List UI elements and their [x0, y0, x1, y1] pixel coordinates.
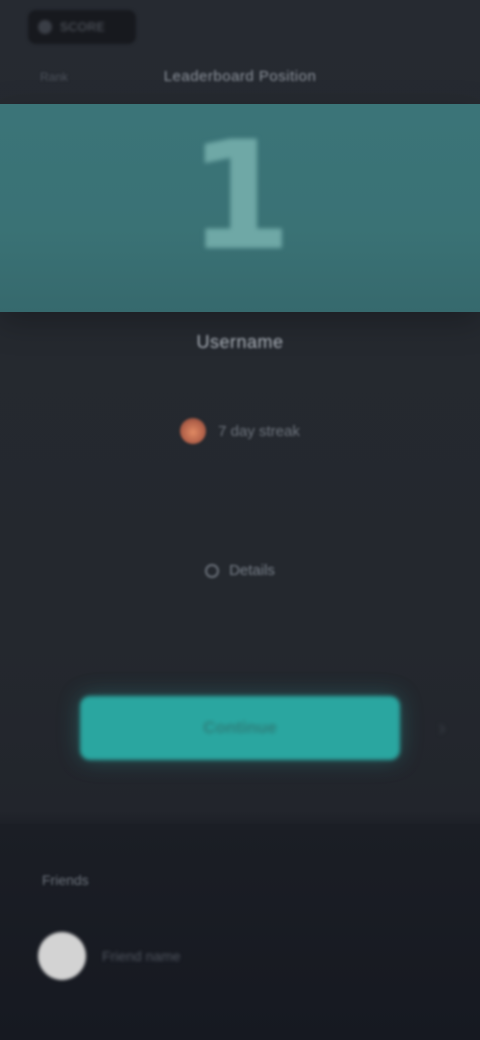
app-logo[interactable]: SCORE	[28, 10, 136, 44]
list-item[interactable]: Friend name	[38, 928, 260, 984]
header-title-row: Rank Leaderboard Position	[0, 68, 480, 85]
page-title: Leaderboard Position	[163, 68, 317, 85]
friend-name: Friend name	[102, 948, 181, 964]
streak-row: 7 day streak	[0, 418, 480, 444]
section-label: Friends	[42, 872, 89, 888]
friends-section: Friends Friend name	[0, 824, 480, 1040]
chevron-right-icon[interactable]: ›	[430, 714, 454, 742]
details-link[interactable]: Details	[0, 562, 480, 579]
primary-action-button[interactable]: Continue	[80, 696, 400, 760]
app-logo-icon	[38, 20, 52, 34]
player-name: Username	[196, 332, 284, 352]
rank-number: 1	[187, 110, 293, 284]
flame-icon	[180, 418, 207, 444]
streak-text: 7 day streak	[218, 422, 300, 440]
app-screen: SCORE Rank Leaderboard Position 1 Userna…	[0, 0, 480, 1040]
info-icon	[205, 563, 220, 578]
header-prefix: Rank	[40, 69, 69, 84]
top-bar: SCORE Rank Leaderboard Position	[0, 0, 480, 104]
details-text: Details	[229, 562, 275, 579]
avatar	[38, 932, 86, 980]
logo-text: SCORE	[60, 20, 106, 34]
rank-banner: 1	[0, 104, 480, 312]
